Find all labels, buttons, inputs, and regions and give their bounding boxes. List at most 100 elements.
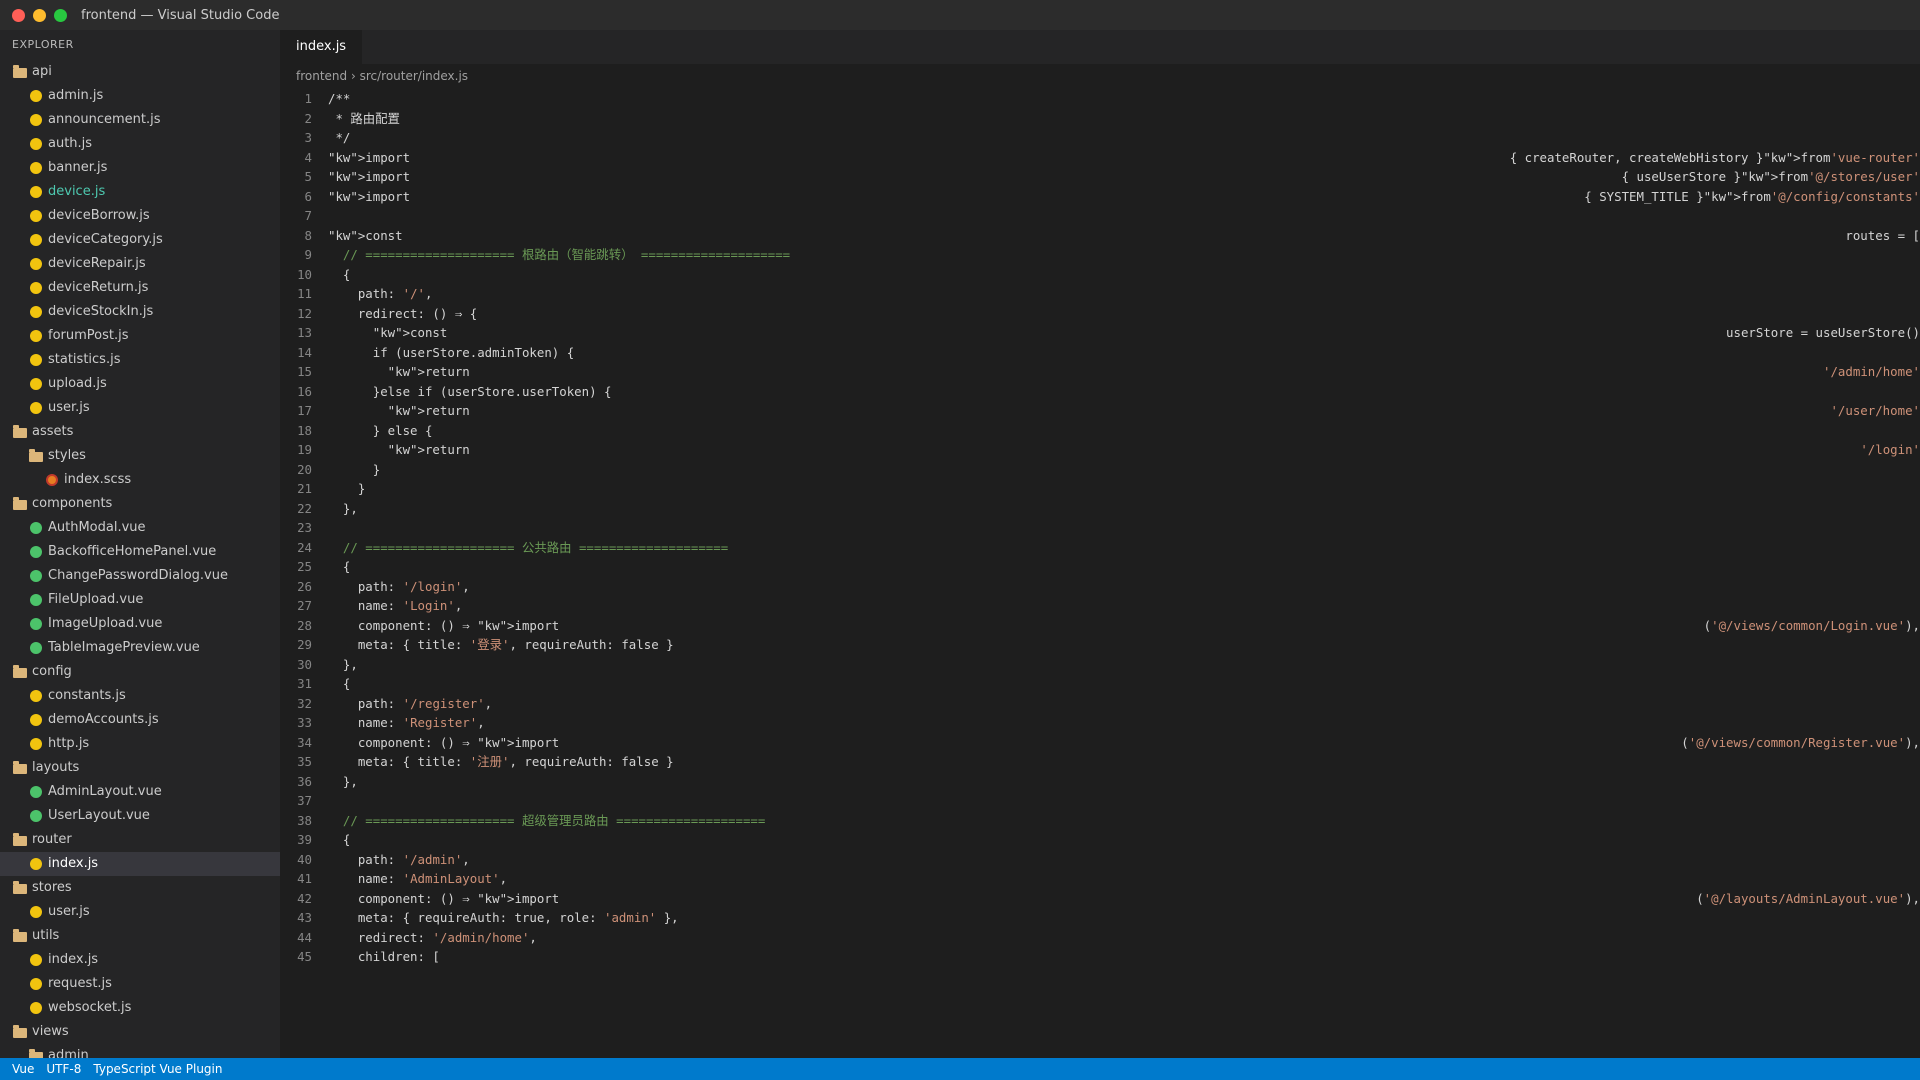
tree-item-label: deviceReturn.js [48,280,149,295]
code-token: meta: { title: [328,637,470,652]
tree-file[interactable]: deviceReturn.js [0,276,280,300]
minimize-window-button[interactable] [33,8,46,22]
maximize-window-button[interactable] [54,8,67,22]
code-token: } [328,481,366,496]
tree-item-label: announcement.js [48,112,161,127]
code-line: 14 if (userStore.adminToken) { [280,343,1920,363]
tree-file[interactable]: deviceRepair.js [0,252,280,276]
tree-file[interactable]: user.js [0,396,280,420]
js-file-icon [28,904,44,920]
code-token: userStore = useUserStore() [1726,325,1920,340]
code-line: 17 "kw">return '/user/home' [280,401,1920,421]
tree-folder[interactable]: router [0,828,280,852]
tree-file[interactable]: upload.js [0,372,280,396]
tree-folder[interactable]: views [0,1020,280,1044]
tree-file[interactable]: statistics.js [0,348,280,372]
tree-file[interactable]: auth.js [0,132,280,156]
line-number: 14 [297,344,312,360]
tree-file[interactable]: announcement.js [0,108,280,132]
tree-item-label: banner.js [48,160,108,175]
line-number: 10 [297,266,312,282]
line-number: 40 [297,851,312,867]
code-token: name: [328,715,403,730]
tree-file[interactable]: demoAccounts.js [0,708,280,732]
code-token: , [499,871,508,886]
tree-folder[interactable]: components [0,492,280,516]
tree-file[interactable]: constants.js [0,684,280,708]
tree-file[interactable]: user.js [0,900,280,924]
vue-file-icon [28,616,44,632]
tree-item-label: AuthModal.vue [48,520,146,535]
tree-item-label: assets [32,424,74,439]
folder-icon [28,448,44,464]
code-text: } else { [328,421,1920,441]
code-line: 42 component: () ⇒ "kw">import ('@/layout… [280,889,1920,909]
status-language[interactable]: Vue [0,1062,40,1076]
tree-file[interactable]: UserLayout.vue [0,804,280,828]
code-text: component: () ⇒ "kw">import [328,889,1920,909]
tree-file[interactable]: http.js [0,732,280,756]
breadcrumb[interactable]: frontend › src/router/index.js [280,64,1920,88]
code-text-right: ('@/views/common/Login.vue'), [1704,616,1920,636]
tree-item-label: ImageUpload.vue [48,616,163,631]
code-token: redirect: [328,929,433,945]
tree-item-label: AdminLayout.vue [48,784,162,799]
tree-file[interactable]: banner.js [0,156,280,180]
tree-file[interactable]: admin.js [0,84,280,108]
tree-file[interactable]: AuthModal.vue [0,516,280,540]
tree-file[interactable]: device.js [0,180,280,204]
tree-folder[interactable]: config [0,660,280,684]
tree-folder[interactable]: assets [0,420,280,444]
tree-file[interactable]: ChangePasswordDialog.vue [0,564,280,588]
tree-item-label: demoAccounts.js [48,712,159,727]
scss-file-icon [44,472,60,488]
tree-item-label: index.js [48,952,99,967]
code-text-right: userStore = useUserStore() [1726,323,1920,343]
tree-item-label: index.js [48,856,99,871]
tree-file[interactable]: index.scss [0,468,280,492]
folder-icon [12,760,28,776]
code-text: // ==================== 超级管理员路由 ========… [328,811,1920,831]
tree-file[interactable]: deviceStockIn.js [0,300,280,324]
tree-file[interactable]: deviceBorrow.js [0,204,280,228]
tree-file[interactable]: index.js [0,948,280,972]
tree-item-label: views [32,1024,69,1039]
code-line: 3 */ [280,128,1920,148]
tree-file[interactable]: forumPost.js [0,324,280,348]
code-token: component: () ⇒ "kw">import [328,617,560,633]
code-token: redirect: () ⇒ { [328,305,478,321]
tree-folder[interactable]: layouts [0,756,280,780]
tree-item-label: FileUpload.vue [48,592,144,607]
tree-file[interactable]: deviceCategory.js [0,228,280,252]
tree-file[interactable]: websocket.js [0,996,280,1020]
line-number: 32 [297,695,312,711]
code-line: 22 }, [280,499,1920,519]
tree-file[interactable]: request.js [0,972,280,996]
tree-file[interactable]: index.js [0,852,280,876]
tree-folder[interactable]: api [0,60,280,84]
tree-file[interactable]: BackofficeHomePanel.vue [0,540,280,564]
code-token: path: [328,286,403,301]
code-area[interactable]: 1/** 2 * 路由配置 3 */4 "kw">import{ createRout… [280,89,1920,1049]
code-token: "kw">import [328,188,411,204]
code-token: } else { [328,422,433,438]
tree-folder[interactable]: styles [0,444,280,468]
file-tree: api admin.js announcement.js auth.js banner.… [0,60,280,1058]
tree-folder[interactable]: utils [0,924,280,948]
tab-index-js[interactable]: index.js [280,30,363,64]
code-text-right: { createRouter, createWebHistory }"kw">f… [1510,148,1920,168]
tree-file[interactable]: TableImagePreview.vue [0,636,280,660]
tree-file[interactable]: ImageUpload.vue [0,612,280,636]
tree-file[interactable]: FileUpload.vue [0,588,280,612]
explorer-header: EXPLORER [12,38,74,51]
tree-file[interactable]: AdminLayout.vue [0,780,280,804]
code-token: , requireAuth: false } [509,637,674,652]
status-plugin[interactable]: TypeScript Vue Plugin [87,1062,228,1076]
status-encoding[interactable]: UTF-8 [40,1062,87,1076]
tree-folder[interactable]: stores [0,876,280,900]
line-number: 31 [297,676,312,691]
code-token: // ==================== 公共路由 ===========… [328,539,729,555]
close-window-button[interactable] [12,8,25,22]
code-token: path: [328,851,403,867]
tree-folder[interactable]: admin [0,1044,280,1058]
